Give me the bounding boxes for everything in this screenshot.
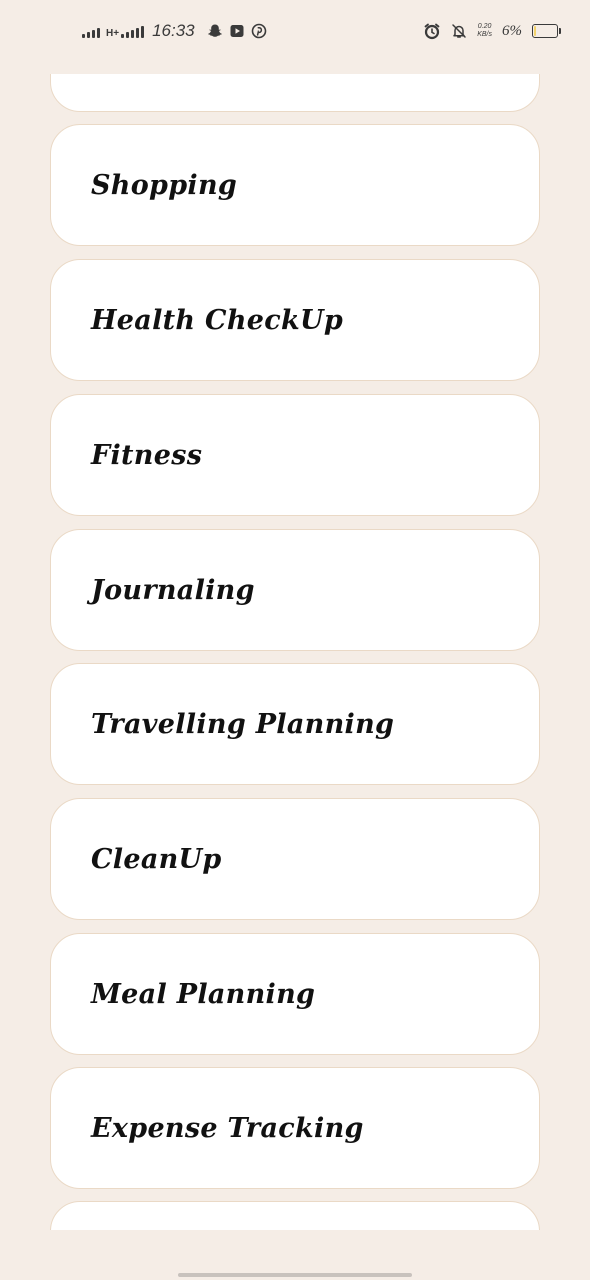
list-item-label: Travelling Planning [91, 708, 395, 740]
home-indicator[interactable] [178, 1273, 412, 1277]
signal-strength-icon-2 [121, 24, 145, 38]
status-bar-right: 0.20 KB/s 6% [423, 18, 561, 44]
list-item-health-checkup[interactable]: Health CheckUp [50, 259, 540, 381]
network-speed-unit: KB/s [477, 31, 492, 38]
list-item-cleanup[interactable]: CleanUp [50, 798, 540, 920]
list-item-label: Meal Planning [91, 978, 316, 1010]
list-item-partial-top[interactable] [50, 74, 540, 112]
list-item-label: CleanUp [91, 843, 222, 875]
pinterest-icon [251, 23, 267, 39]
list-item-label: Health CheckUp [91, 304, 344, 336]
list-item-meal-planning[interactable]: Meal Planning [50, 933, 540, 1055]
list-item-fitness[interactable]: Fitness [50, 394, 540, 516]
alarm-icon [423, 22, 441, 40]
list-item-travelling-planning[interactable]: Travelling Planning [50, 663, 540, 785]
signal-strength-icon [82, 24, 100, 38]
clock: 16:33 [152, 21, 195, 40]
status-bar: H+ 16:33 0.20 KB/s 6% [0, 0, 590, 62]
list-item-label: Journaling [91, 574, 255, 606]
list-item-journaling[interactable]: Journaling [50, 529, 540, 651]
network-speed-value: 0.20 [477, 23, 492, 30]
list-item-label: Expense Tracking [91, 1112, 364, 1144]
youtube-icon [229, 23, 245, 39]
list-item-expense-tracking[interactable]: Expense Tracking [50, 1067, 540, 1189]
battery-icon [532, 24, 561, 38]
list-item-partial-bottom[interactable] [50, 1201, 540, 1230]
list-item-label: Fitness [91, 439, 203, 471]
battery-level-fill [534, 26, 536, 36]
network-speed: 0.20 KB/s [477, 23, 492, 39]
snapchat-icon [207, 23, 223, 39]
list-item-shopping[interactable]: Shopping [50, 124, 540, 246]
mobile-data-indicator: H+ [106, 24, 145, 39]
network-type-label: H+ [106, 28, 120, 39]
notifications-off-icon [451, 23, 467, 39]
category-list[interactable]: Shopping Health CheckUp Fitness Journali… [0, 74, 590, 1230]
list-item-label: Shopping [91, 169, 238, 201]
status-bar-left: H+ 16:33 [82, 18, 267, 44]
battery-percentage: 6% [502, 22, 522, 39]
